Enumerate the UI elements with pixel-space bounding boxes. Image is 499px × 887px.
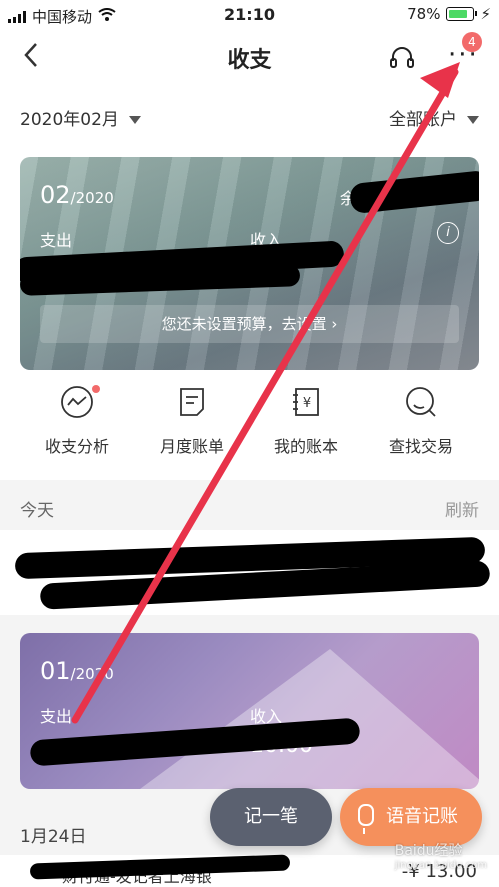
today-header: 今天 刷新 [0, 480, 499, 530]
expense-label: 支出 [40, 707, 73, 726]
budget-prompt-button[interactable]: 您还未设置预算，去设置 › [40, 305, 459, 343]
quick-action-label: 查找交易 [388, 437, 453, 456]
voice-record-button[interactable]: 语音记账 [340, 788, 482, 846]
previous-month-card[interactable]: 01/2020 支出 收入 10.00 [20, 633, 479, 789]
mountain-background [140, 649, 479, 789]
filter-row: 2020年02月 全部账户 [0, 85, 499, 145]
card-date: 01/2020 [40, 657, 114, 685]
page-title: 收支 [227, 48, 272, 73]
month-label: 2020年02月 [20, 110, 119, 130]
account-label: 全部账户 [389, 110, 457, 130]
navigation-bar: 收支 ··· 4 [0, 30, 499, 85]
quick-action-label: 月度账单 [159, 437, 224, 456]
notification-badge: 4 [462, 32, 482, 52]
microphone-icon [358, 804, 374, 834]
quick-action-monthly-bill[interactable]: 月度账单 [132, 385, 252, 457]
new-dot [92, 385, 100, 393]
month-summary-card[interactable]: 02/2020 支出 收入 余额 i 您还未设置预算，去设置 › [20, 157, 479, 370]
date-label: 1月24日 [20, 827, 87, 847]
refresh-button[interactable]: 刷新 [445, 496, 479, 521]
watermark: Baidu经验 jingyan.baidu.com [394, 843, 487, 871]
quick-action-ledger[interactable]: ¥ 我的账本 [246, 385, 366, 457]
battery-icon [446, 7, 478, 21]
svg-text:¥: ¥ [303, 396, 311, 411]
expense-label: 支出 [40, 231, 73, 250]
headset-icon[interactable] [388, 44, 416, 72]
bill-icon [175, 385, 209, 419]
caret-down-icon [128, 116, 141, 124]
ledger-icon: ¥ [289, 385, 323, 419]
transaction-row[interactable] [0, 530, 499, 615]
voice-record-label: 语音记账 [386, 806, 458, 827]
quick-actions: 收支分析 月度账单 ¥ 我的账本 查找交易 [0, 385, 499, 480]
account-selector[interactable]: 全部账户 [389, 105, 479, 130]
charging-icon: ⚡ [480, 5, 491, 23]
info-icon[interactable]: i [437, 222, 459, 244]
month-selector[interactable]: 2020年02月 [20, 105, 141, 130]
record-button[interactable]: 记一笔 [210, 788, 332, 846]
quick-action-label: 我的账本 [273, 437, 338, 456]
quick-action-analysis[interactable]: 收支分析 [17, 385, 137, 457]
trend-icon [60, 385, 100, 419]
quick-action-search[interactable]: 查找交易 [361, 385, 481, 457]
card-date: 02/2020 [40, 181, 114, 209]
caret-down-icon [467, 116, 479, 124]
battery-percent: 78% [407, 5, 441, 23]
search-icon [404, 385, 438, 419]
quick-action-label: 收支分析 [44, 437, 109, 456]
status-bar: 中国移动 21:10 78% ⚡ [0, 0, 499, 30]
today-label: 今天 [20, 501, 54, 521]
